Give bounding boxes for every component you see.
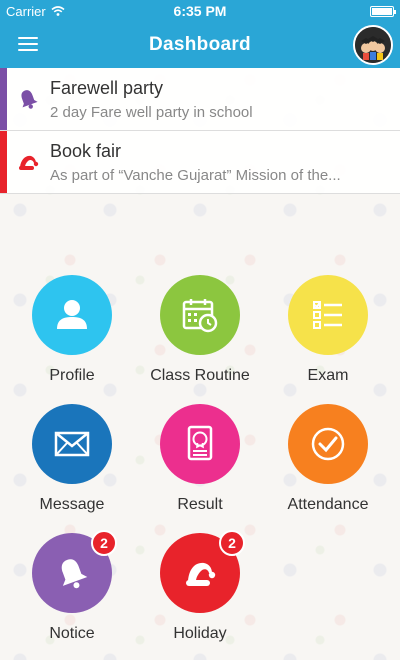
tile-label: Holiday [173, 625, 227, 642]
tile-circle: 2 [160, 530, 245, 613]
tile-notice[interactable]: 2 Notice [8, 530, 136, 653]
envelope-icon [54, 431, 90, 457]
notice-title: Farewell party [50, 77, 164, 98]
tile-circle [32, 404, 112, 484]
tile-circle [160, 275, 240, 355]
bell-icon [61, 559, 88, 589]
notification-badge: 2 [91, 530, 117, 556]
santa-hat-icon [186, 562, 216, 586]
notice-item-farewell[interactable]: Farewell party 2 day Fare well party in … [0, 68, 400, 131]
person-icon [57, 300, 87, 329]
tile-circle [32, 275, 112, 355]
notice-list: Farewell party 2 day Fare well party in … [0, 68, 400, 194]
tile-circle [288, 275, 368, 355]
tile-result[interactable]: Result [136, 404, 264, 524]
result-icon [187, 425, 213, 461]
carrier-label: Carrier [6, 3, 46, 19]
tile-exam[interactable]: Exam [264, 275, 392, 395]
checkmark-circle-icon [311, 427, 345, 461]
tile-label: Attendance [287, 496, 369, 513]
battery-icon [370, 5, 396, 17]
tile-holiday[interactable]: 2 Holiday [136, 530, 264, 653]
tile-circle [288, 404, 368, 484]
graduation-avatar-icon [355, 27, 391, 63]
notice-title: Book fair [50, 140, 122, 161]
notice-accent-bar [0, 68, 7, 130]
status-left: Carrier [6, 4, 65, 19]
tile-label: Notice [49, 625, 95, 642]
status-bar: Carrier 6:35 PM [0, 0, 400, 22]
notice-item-book-fair[interactable]: Book fair As part of “Vanche Gujarat” Mi… [0, 131, 400, 194]
tile-attendance[interactable]: Attendance [264, 404, 392, 524]
tile-circle: 2 [32, 530, 117, 613]
tile-label: Message [39, 496, 105, 513]
avatar[interactable] [353, 25, 393, 65]
top-navigation-bar: Dashboard [0, 22, 400, 68]
page-title: Dashboard [149, 34, 251, 55]
tile-label: Profile [49, 367, 95, 384]
tile-label: Exam [307, 367, 349, 384]
hamburger-icon[interactable] [18, 37, 38, 52]
tile-class-routine[interactable]: Class Routine [136, 275, 264, 395]
calendar-clock-icon [182, 299, 218, 333]
tile-label: Class Routine [150, 367, 250, 384]
wifi-icon [51, 6, 65, 16]
tile-profile[interactable]: Profile [8, 275, 136, 395]
tile-message[interactable]: Message [8, 404, 136, 524]
checklist-icon [313, 301, 342, 329]
tile-circle [160, 404, 240, 484]
notice-accent-bar [0, 131, 7, 193]
tile-label: Result [177, 496, 223, 513]
notice-description: As part of “Vanche Gujarat” Mission of t… [50, 166, 341, 184]
battery-fill [372, 7, 392, 15]
notice-description: 2 day Fare well party in school [50, 103, 253, 121]
santa-hat-icon [0, 150, 50, 174]
notification-badge: 2 [219, 530, 245, 556]
bell-icon [0, 87, 50, 111]
